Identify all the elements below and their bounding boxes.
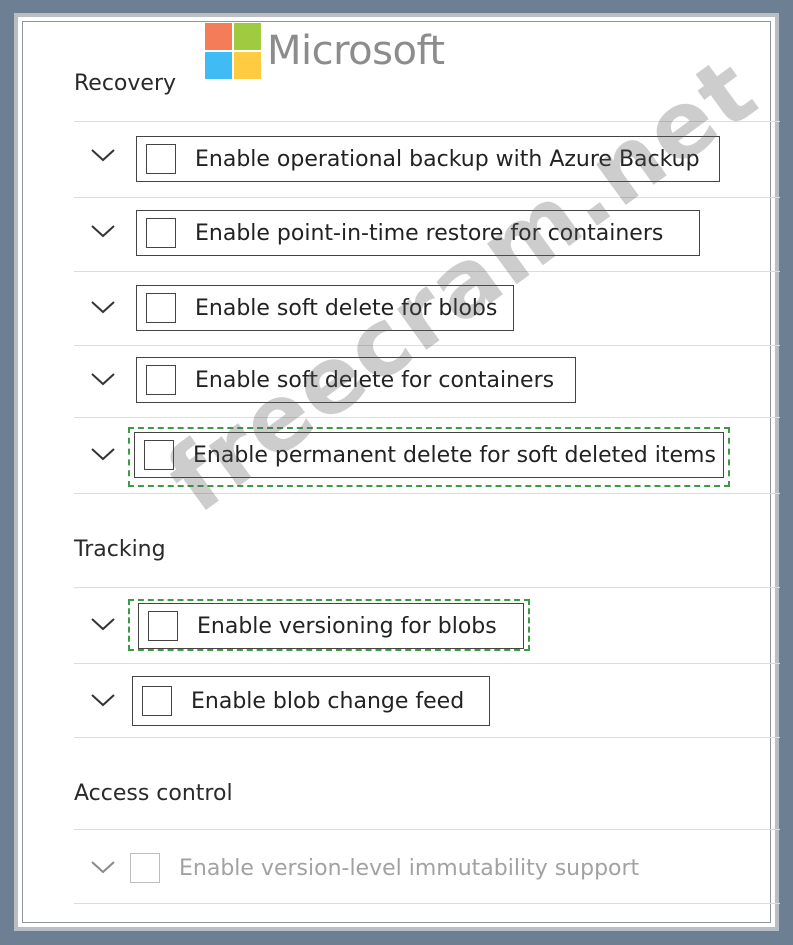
checkbox-label: Enable soft delete for blobs	[195, 295, 498, 321]
checkbox-point-in-time-restore[interactable]: Enable point-in-time restore for contain…	[136, 210, 700, 256]
checkbox-square[interactable]	[148, 611, 178, 641]
checkbox-soft-delete-containers[interactable]: Enable soft delete for containers	[136, 357, 576, 403]
chevron-down-icon[interactable]	[90, 372, 124, 394]
checkbox-permanent-delete[interactable]: Enable permanent delete for soft deleted…	[134, 432, 724, 478]
section-title-access-control: Access control	[74, 781, 233, 806]
checkbox-label: Enable point-in-time restore for contain…	[195, 220, 664, 246]
microsoft-logo: Microsoft	[205, 23, 445, 79]
divider	[74, 417, 780, 418]
divider	[74, 271, 780, 272]
divider	[74, 197, 780, 198]
divider	[74, 829, 780, 830]
section-title-tracking: Tracking	[74, 537, 166, 562]
checkbox-soft-delete-blobs[interactable]: Enable soft delete for blobs	[136, 285, 514, 331]
divider	[74, 121, 780, 122]
checkbox-change-feed[interactable]: Enable blob change feed	[132, 676, 490, 726]
chevron-down-icon[interactable]	[90, 224, 124, 246]
checkbox-label: Enable blob change feed	[191, 688, 465, 714]
checkbox-label: Enable soft delete for containers	[195, 367, 555, 393]
checkbox-label: Enable version-level immutability suppor…	[179, 855, 640, 881]
settings-panel: Microsoft Recovery Enable operational ba…	[14, 13, 780, 931]
divider	[74, 903, 780, 904]
section-title-recovery: Recovery	[74, 71, 177, 96]
checkbox-square[interactable]	[146, 218, 176, 248]
checkbox-square[interactable]	[130, 853, 160, 883]
divider	[74, 493, 780, 494]
checkbox-square[interactable]	[146, 144, 176, 174]
chevron-down-icon[interactable]	[90, 300, 124, 322]
chevron-down-icon[interactable]	[90, 693, 124, 715]
checkbox-square[interactable]	[142, 686, 172, 716]
checkbox-label: Enable operational backup with Azure Bac…	[195, 146, 700, 172]
chevron-down-icon[interactable]	[90, 860, 124, 882]
checkbox-square[interactable]	[146, 293, 176, 323]
microsoft-squares-icon	[205, 23, 261, 79]
microsoft-logo-text: Microsoft	[267, 28, 445, 74]
checkbox-label: Enable permanent delete for soft deleted…	[193, 442, 716, 468]
checkbox-square[interactable]	[146, 365, 176, 395]
checkbox-operational-backup[interactable]: Enable operational backup with Azure Bac…	[136, 136, 720, 182]
chevron-down-icon[interactable]	[90, 148, 124, 170]
checkbox-immutability[interactable]: Enable version-level immutability suppor…	[120, 845, 680, 891]
divider	[74, 587, 780, 588]
checkbox-versioning[interactable]: Enable versioning for blobs	[138, 603, 524, 649]
divider	[74, 663, 780, 664]
divider	[74, 737, 780, 738]
chevron-down-icon[interactable]	[90, 447, 124, 469]
chevron-down-icon[interactable]	[90, 617, 124, 639]
divider	[74, 345, 780, 346]
checkbox-square[interactable]	[144, 440, 174, 470]
checkbox-label: Enable versioning for blobs	[197, 613, 497, 639]
